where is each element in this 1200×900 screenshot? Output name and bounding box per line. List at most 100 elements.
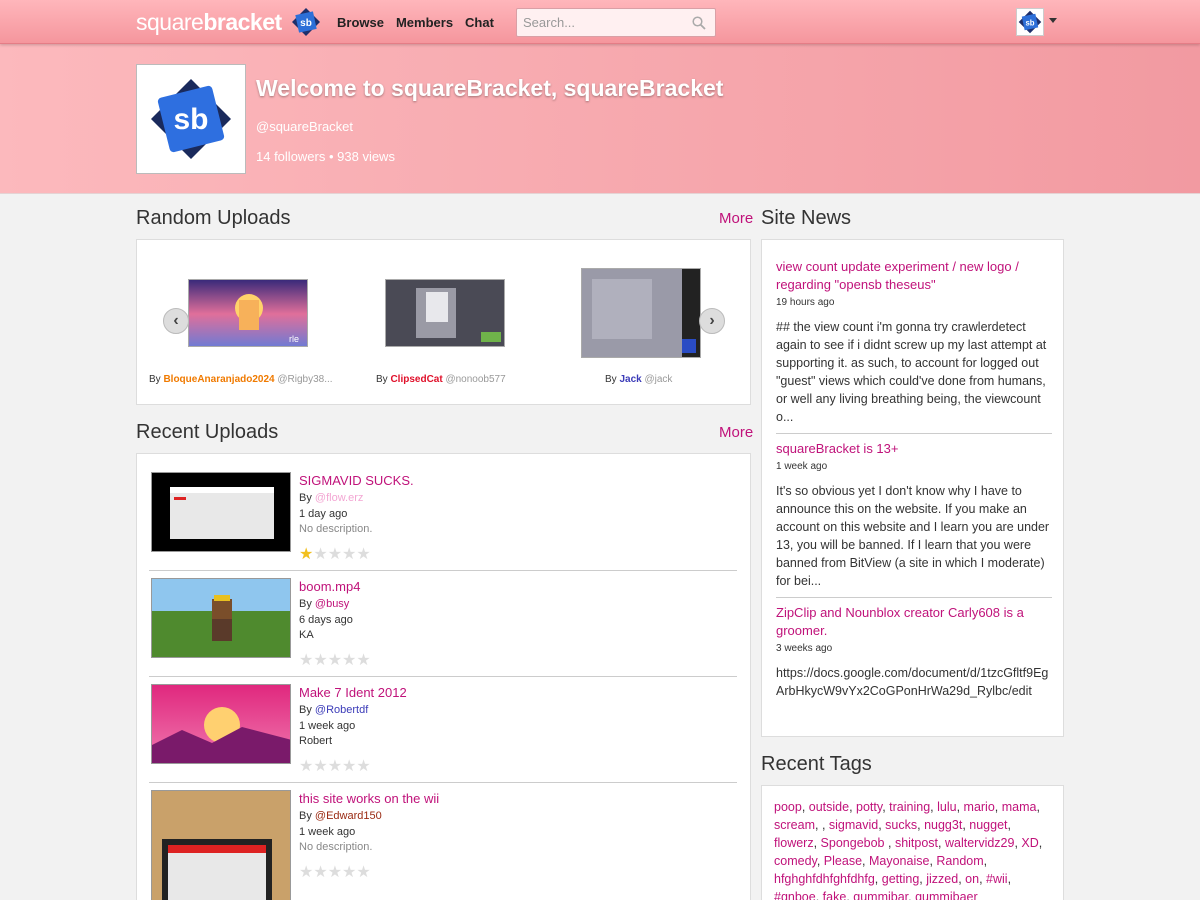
video-thumbnail: rle	[189, 280, 307, 346]
video-title-link[interactable]: boom.mp4	[299, 579, 360, 594]
tag-list: poop, outside, potty, training, lulu, ma…	[774, 798, 1054, 900]
video-thumbnail[interactable]	[151, 578, 291, 658]
site-logo-text[interactable]: squarebracket	[136, 9, 282, 36]
search-icon[interactable]	[692, 16, 706, 30]
tag-link[interactable]: hfghghfdhfghfdhfg	[774, 872, 875, 886]
video-byline: By @flow.erz	[299, 492, 363, 504]
tag-link[interactable]: gummibaer	[915, 890, 978, 900]
video-description: No description.	[299, 841, 373, 853]
uploader-name-link[interactable]: BloqueAnaranjado2024	[163, 374, 274, 385]
list-item: Make 7 Ident 2012 By @Robertdf 1 week ag…	[149, 677, 737, 783]
main-nav: Browse Members Chat	[337, 15, 494, 30]
tag-link[interactable]: flowerz	[774, 836, 814, 850]
tag-link[interactable]: Please	[824, 854, 862, 868]
news-title-link[interactable]: ZipClip and Nounblox creator Carly608 is…	[776, 605, 1024, 638]
video-thumbnail[interactable]	[151, 684, 291, 764]
tag-link[interactable]: lulu	[937, 800, 956, 814]
video-byline: By @Edward150	[299, 810, 382, 822]
uploader-name-link[interactable]: Jack	[619, 374, 641, 385]
uploader-link[interactable]: @busy	[315, 598, 349, 610]
recent-tags-panel: poop, outside, potty, training, lulu, ma…	[761, 785, 1064, 900]
video-title-link[interactable]: this site works on the wii	[299, 791, 439, 806]
list-item: boom.mp4 By @busy 6 days ago KA ★★★★★	[149, 571, 737, 677]
svg-text:sb: sb	[1025, 18, 1034, 27]
uploader-handle: @nonoob577	[445, 374, 506, 385]
video-thumbnail[interactable]	[151, 790, 291, 900]
random-thumb-2[interactable]	[385, 279, 505, 347]
uploader-link[interactable]: @flow.erz	[315, 492, 363, 504]
video-title-link[interactable]: SIGMAVID SUCKS.	[299, 473, 414, 488]
video-title-link[interactable]: Make 7 Ident 2012	[299, 685, 407, 700]
divider	[776, 433, 1052, 434]
top-navbar: squarebracket sb Browse Members Chat sb	[0, 0, 1200, 44]
news-time: 1 week ago	[776, 461, 828, 472]
chevron-right-icon: ›	[709, 312, 715, 329]
list-item: this site works on the wii By @Edward150…	[149, 783, 737, 900]
uploader-link[interactable]: @Robertdf	[315, 704, 368, 716]
nav-browse[interactable]: Browse	[337, 15, 384, 30]
random-thumb-1[interactable]: rle	[188, 279, 308, 347]
tag-link[interactable]: Mayonaise	[869, 854, 929, 868]
star-icon: ★	[356, 864, 371, 881]
search-box	[516, 8, 716, 37]
tag-link[interactable]: Spongebob	[821, 836, 888, 850]
recent-uploads-more-link[interactable]: More	[719, 424, 753, 441]
tag-link[interactable]: Random	[936, 854, 983, 868]
site-news-panel: view count update experiment / new logo …	[761, 239, 1064, 737]
nav-members[interactable]: Members	[396, 15, 453, 30]
star-icon: ★	[299, 864, 314, 881]
video-description: No description.	[299, 523, 373, 535]
search-input[interactable]	[517, 9, 687, 36]
tag-link[interactable]: getting	[882, 872, 920, 886]
tag-link[interactable]: on	[965, 872, 979, 886]
star-rating: ★★★★★	[299, 862, 371, 882]
profile-avatar[interactable]: sb	[136, 64, 246, 174]
carousel-prev-button[interactable]: ‹	[163, 308, 189, 334]
sb-logo-icon[interactable]: sb	[291, 7, 321, 37]
random-uploads-more-link[interactable]: More	[719, 210, 753, 227]
brand-word-bracket: bracket	[203, 9, 282, 35]
tag-link[interactable]: gummibar	[853, 890, 908, 900]
upload-time: 1 day ago	[299, 508, 348, 520]
tag-link[interactable]: #wii	[986, 872, 1008, 886]
tag-link[interactable]: sigmavid	[829, 818, 878, 832]
star-icon: ★	[313, 652, 328, 669]
video-thumbnail[interactable]	[151, 472, 291, 552]
tag-link[interactable]: mama	[1002, 800, 1037, 814]
tag-link[interactable]: scream	[774, 818, 815, 832]
uploader-name-link[interactable]: ClipsedCat	[390, 374, 442, 385]
tag-link[interactable]: outside	[809, 800, 849, 814]
chevron-down-icon[interactable]	[1049, 18, 1057, 23]
random-thumb-3[interactable]	[581, 268, 701, 358]
news-title-link[interactable]: view count update experiment / new logo …	[776, 259, 1019, 292]
tag-link[interactable]: potty	[856, 800, 882, 814]
tag-link[interactable]: jizzed	[926, 872, 958, 886]
uploader-link[interactable]: @Edward150	[315, 810, 382, 822]
tag-link[interactable]: comedy	[774, 854, 817, 868]
tag-link[interactable]: nugg3t	[924, 818, 962, 832]
tag-link[interactable]: poop	[774, 800, 802, 814]
tag-link[interactable]: waltervidz29	[945, 836, 1014, 850]
tag-link[interactable]: fake	[823, 890, 847, 900]
star-icon: ★	[342, 864, 357, 881]
news-title-link[interactable]: squareBracket is 13+	[776, 441, 898, 456]
tag-link[interactable]: XD	[1021, 836, 1038, 850]
uploader-handle: @Rigby38...	[277, 374, 333, 385]
tag-link[interactable]: #qnboe	[774, 890, 816, 900]
carousel-next-button[interactable]: ›	[699, 308, 725, 334]
profile-handle[interactable]: @squareBracket	[256, 119, 353, 134]
divider	[776, 597, 1052, 598]
tag-link[interactable]: training	[889, 800, 930, 814]
chevron-left-icon: ‹	[173, 312, 179, 329]
site-news-heading: Site News	[761, 207, 852, 229]
nav-chat[interactable]: Chat	[465, 15, 494, 30]
user-avatar-menu[interactable]: sb	[1016, 8, 1044, 36]
tag-link[interactable]: shitpost	[895, 836, 938, 850]
tag-link[interactable]: mario	[964, 800, 995, 814]
recent-uploads-panel: SIGMAVID SUCKS. By @flow.erz 1 day ago N…	[136, 453, 751, 900]
tag-link[interactable]: nugget	[969, 818, 1007, 832]
tag-link[interactable]: sucks	[885, 818, 917, 832]
star-icon: ★	[299, 652, 314, 669]
star-icon: ★	[327, 652, 343, 669]
upload-time: 1 week ago	[299, 720, 356, 732]
